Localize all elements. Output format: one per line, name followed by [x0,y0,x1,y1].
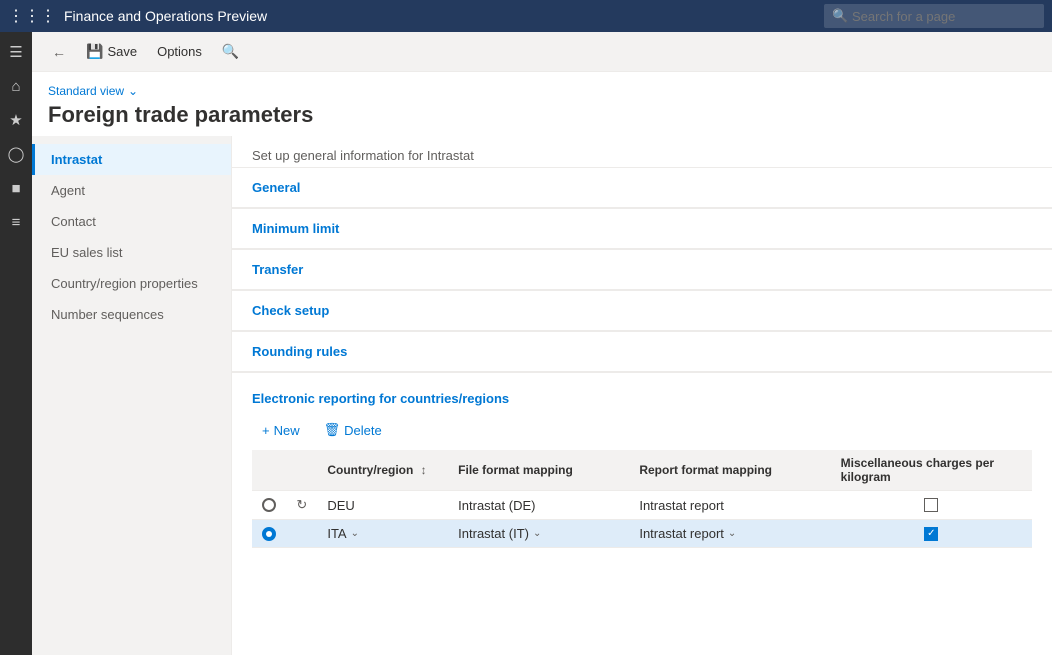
row1-country[interactable]: DEU [317,491,448,520]
row1-radio[interactable] [262,498,276,512]
table-row[interactable]: ITA ⌄ Intrastat (IT) ⌄ [252,520,1032,548]
search-wrapper: 🔍 [824,4,1044,28]
row2-report-value: Intrastat report [639,526,724,541]
toolbar-search-icon: 🔍 [222,43,239,60]
sidebar-recent-icon[interactable]: ◯ [0,138,32,170]
row1-refresh-cell[interactable]: ↻ [286,491,317,520]
table-header-row: Country/region ↕ File format mapping Rep… [252,450,1032,491]
save-icon: 💾 [86,43,103,60]
row1-report-format[interactable]: Intrastat report [629,491,830,520]
sidebar-modules-icon[interactable]: ≡ [0,206,32,238]
grid-icon[interactable]: ⋮⋮⋮ [8,6,56,26]
electronic-reporting-table: Country/region ↕ File format mapping Rep… [252,450,1032,548]
sidebar-favorites-icon[interactable]: ★ [0,104,32,136]
row2-radio[interactable] [262,527,276,541]
col-country-label: Country/region [327,463,413,477]
col-refresh [286,450,317,491]
row2-country-value: ITA [327,526,346,541]
row1-checkbox[interactable] [924,498,938,512]
nav-item-eu-sales-list[interactable]: EU sales list [32,237,231,268]
plus-icon: + [262,423,270,438]
row2-checkbox[interactable]: ✓ [924,527,938,541]
app-title: Finance and Operations Preview [64,8,816,24]
app-layout: ☰ ⌂ ★ ◯ ■ ≡ ← 💾 Save Options 🔍 [0,32,1052,655]
back-button[interactable]: ← [44,40,74,64]
new-button[interactable]: + New [252,419,310,442]
col-report-header[interactable]: Report format mapping [629,450,830,491]
content-area: ← 💾 Save Options 🔍 Standard view ⌄ Forei… [32,32,1052,655]
row2-misc[interactable]: ✓ [831,520,1032,548]
row2-report-format[interactable]: Intrastat report ⌄ [629,520,830,548]
toolbar-search-button[interactable]: 🔍 [214,39,247,64]
row1-refresh-icon[interactable]: ↻ [296,497,307,513]
main-body: Intrastat Agent Contact EU sales list Co… [32,136,1052,655]
report-dropdown-icon[interactable]: ⌄ [728,528,736,539]
row2-select-cell[interactable] [252,520,286,548]
section-check-setup[interactable]: Check setup [232,291,1052,331]
sort-icon: ↕ [421,463,427,477]
options-label: Options [157,44,202,59]
delete-button[interactable]: 🗑 Delete [314,418,392,442]
page-title: Foreign trade parameters [48,102,1036,128]
delete-label: Delete [344,423,382,438]
form-subtitle: Set up general information for Intrastat [232,136,1052,168]
row2-country[interactable]: ITA ⌄ [317,520,448,548]
row1-file-format[interactable]: Intrastat (DE) [448,491,629,520]
nav-item-agent[interactable]: Agent [32,175,231,206]
nav-item-contact[interactable]: Contact [32,206,231,237]
nav-item-country-region[interactable]: Country/region properties [32,268,231,299]
row1-select-cell[interactable] [252,491,286,520]
nav-item-number-sequences[interactable]: Number sequences [32,299,231,330]
row2-file-value: Intrastat (IT) [458,526,529,541]
options-button[interactable]: Options [149,40,210,63]
nav-sidebar: Intrastat Agent Contact EU sales list Co… [32,136,232,655]
section-minimum-limit[interactable]: Minimum limit [232,209,1052,249]
row1-misc[interactable] [831,491,1032,520]
file-dropdown-icon[interactable]: ⌄ [533,528,541,539]
delete-icon: 🗑 [324,422,341,438]
standard-view-label: Standard view [48,84,124,98]
col-file-header[interactable]: File format mapping [448,450,629,491]
sidebar-home-icon[interactable]: ⌂ [0,70,32,102]
icon-sidebar: ☰ ⌂ ★ ◯ ■ ≡ [0,32,32,655]
nav-item-intrastat[interactable]: Intrastat [32,144,231,175]
country-dropdown-icon[interactable]: ⌄ [351,528,359,539]
table-row[interactable]: ↻ DEU Intrastat (DE) Intrastat report [252,491,1032,520]
save-label: Save [107,44,137,59]
toolbar: ← 💾 Save Options 🔍 [32,32,1052,72]
electronic-section-title: Electronic reporting for countries/regio… [252,381,1032,414]
electronic-reporting-section: Electronic reporting for countries/regio… [232,381,1052,548]
row2-refresh-cell [286,520,317,548]
section-rounding-rules[interactable]: Rounding rules [232,332,1052,372]
standard-view[interactable]: Standard view ⌄ [48,84,1036,98]
sidebar-menu-icon[interactable]: ☰ [0,36,32,68]
action-bar: + New 🗑 Delete [252,414,1032,450]
form-content: Set up general information for Intrastat… [232,136,1052,655]
back-icon: ← [52,44,66,60]
col-select [252,450,286,491]
save-button[interactable]: 💾 Save [78,39,145,64]
section-transfer[interactable]: Transfer [232,250,1052,290]
search-input[interactable] [824,4,1044,28]
page-header: Standard view ⌄ Foreign trade parameters [32,72,1052,136]
sidebar-workspaces-icon[interactable]: ■ [0,172,32,204]
section-general[interactable]: General [232,168,1052,208]
col-country-header[interactable]: Country/region ↕ [317,450,448,491]
new-label: New [274,423,300,438]
chevron-down-icon: ⌄ [128,84,138,98]
col-misc-header[interactable]: Miscellaneous charges per kilogram [831,450,1032,491]
row2-file-format[interactable]: Intrastat (IT) ⌄ [448,520,629,548]
top-bar: ⋮⋮⋮ Finance and Operations Preview 🔍 [0,0,1052,32]
